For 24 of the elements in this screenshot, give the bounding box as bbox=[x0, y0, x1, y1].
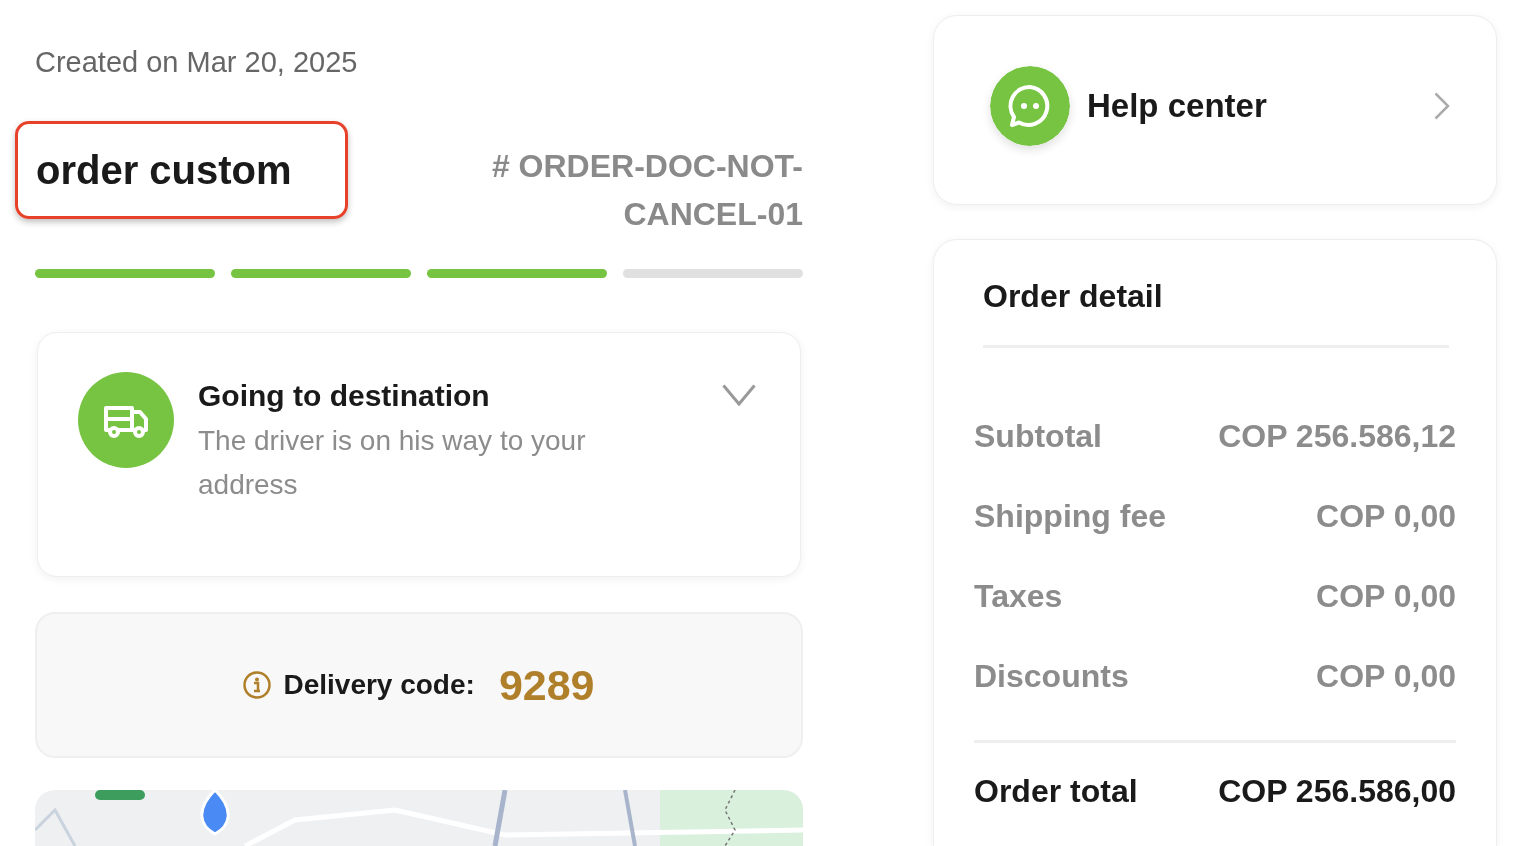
total-label: Order total bbox=[974, 772, 1138, 811]
chevron-down-icon[interactable] bbox=[722, 384, 756, 406]
line-label: Taxes bbox=[974, 577, 1063, 616]
info-icon bbox=[243, 671, 272, 699]
delivery-code-label: Delivery code: bbox=[283, 668, 475, 702]
line-amount: COP 256.586,12 bbox=[1218, 417, 1456, 456]
chevron-right-icon bbox=[1434, 92, 1450, 120]
created-date: Created on Mar 20, 2025 bbox=[35, 45, 358, 80]
order-number: # ORDER-DOC-NOT-CANCEL-01 bbox=[490, 147, 803, 234]
total-amount: COP 256.586,00 bbox=[1218, 772, 1456, 811]
help-center-button[interactable]: Help center bbox=[933, 15, 1497, 205]
truck-icon bbox=[78, 372, 174, 468]
line-amount: COP 0,00 bbox=[1316, 497, 1456, 536]
status-title: Going to destination bbox=[198, 378, 491, 414]
order-title: order custom bbox=[15, 121, 348, 219]
line-amount: COP 0,00 bbox=[1316, 657, 1456, 696]
line-label: Subtotal bbox=[974, 417, 1102, 456]
delivery-code: 9289 bbox=[498, 660, 595, 710]
line-label: Discounts bbox=[974, 657, 1129, 696]
line-label: Shipping fee bbox=[974, 497, 1166, 536]
chat-bubble-icon bbox=[990, 66, 1070, 146]
order-detail-title: Order detail bbox=[982, 277, 1163, 316]
status-description: The driver is on his way to your address bbox=[198, 424, 587, 502]
line-amount: COP 0,00 bbox=[1316, 577, 1456, 616]
